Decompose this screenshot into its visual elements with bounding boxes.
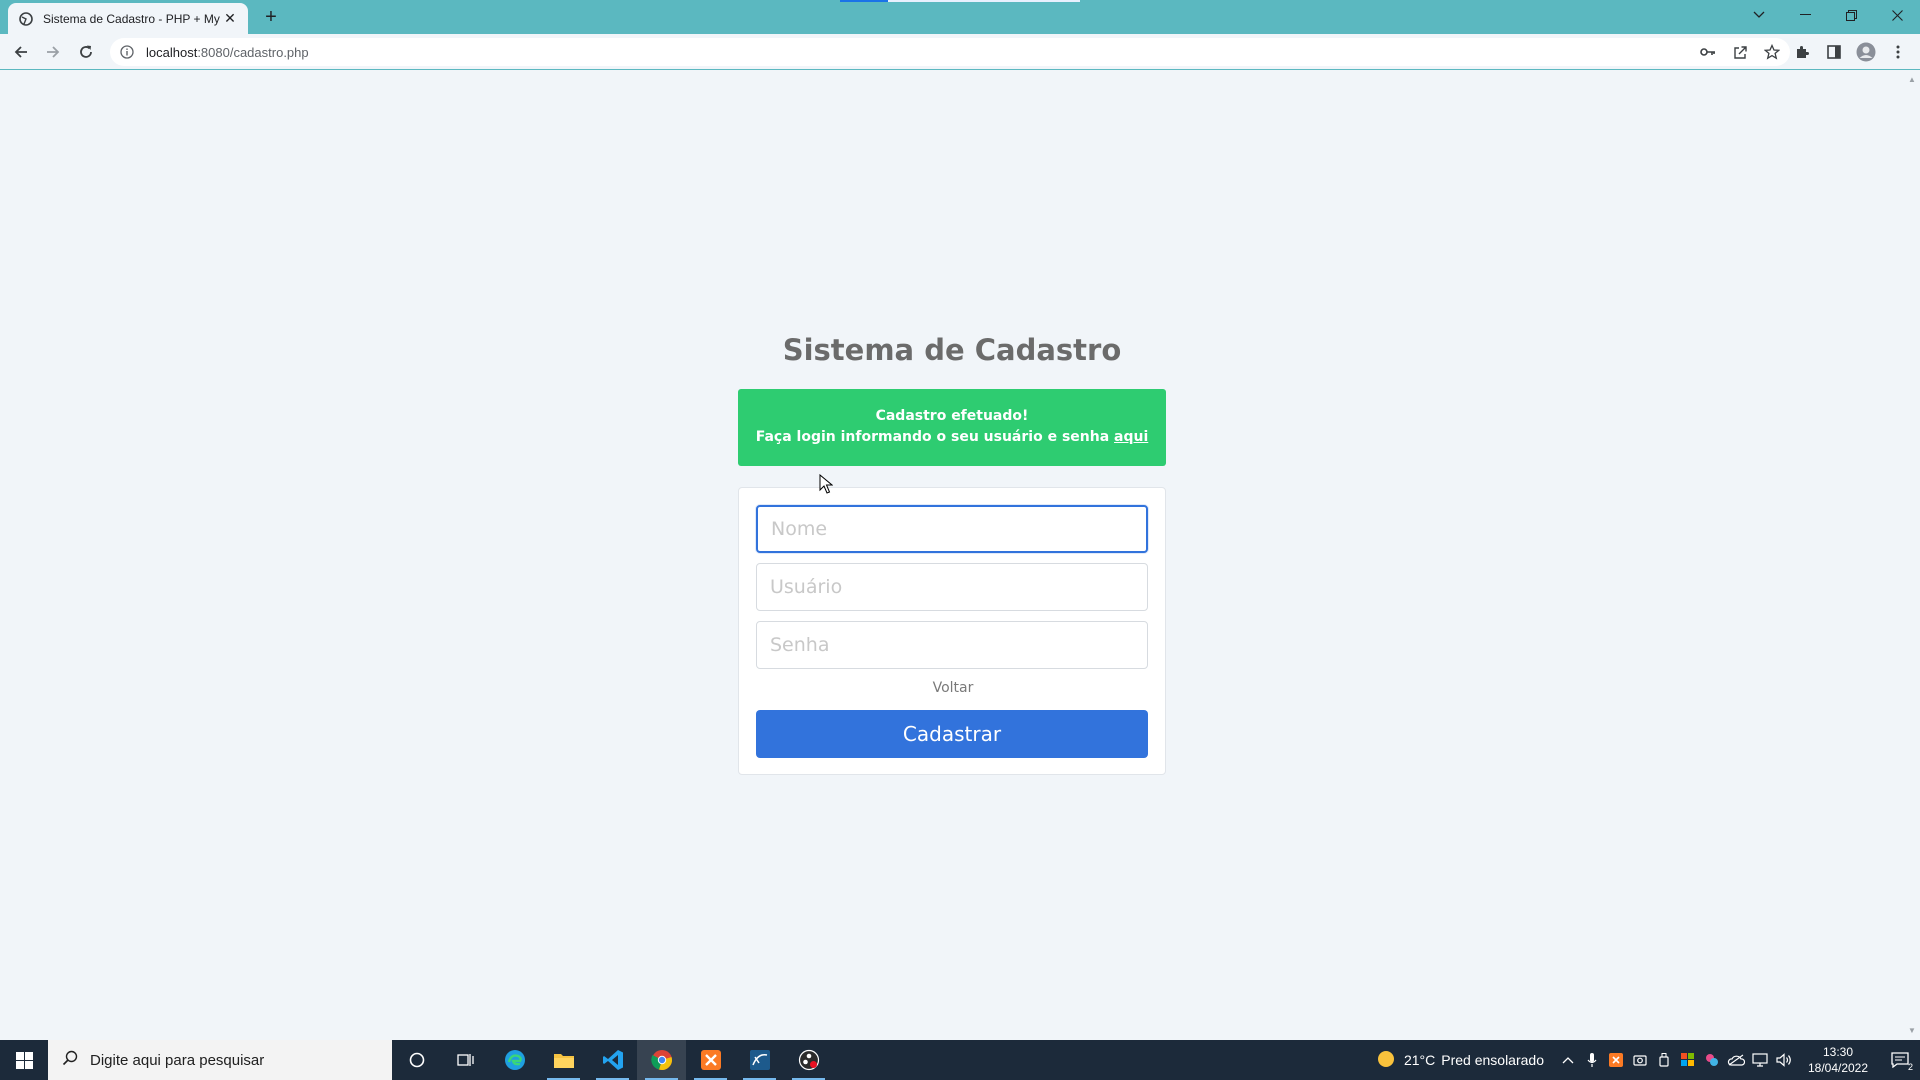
weather-widget[interactable]: 21°C Pred ensolarado (1376, 1049, 1544, 1072)
color-app-icon[interactable] (1700, 1040, 1724, 1080)
windows-start-icon[interactable] (0, 1040, 48, 1080)
alert-title: Cadastro efetuado! (875, 408, 1029, 424)
share-icon[interactable] (1724, 38, 1756, 66)
edge-icon[interactable] (490, 1040, 539, 1080)
mouse-cursor-icon (819, 474, 833, 494)
vscode-icon[interactable] (588, 1040, 637, 1080)
bookmark-star-icon[interactable] (1756, 38, 1788, 66)
weather-temp: 21°C (1403, 1052, 1436, 1068)
usb-device-icon[interactable] (1652, 1040, 1676, 1080)
camera-icon[interactable] (1628, 1040, 1652, 1080)
page-title: Sistema de Cadastro (782, 333, 1122, 367)
register-button[interactable]: Cadastrar (756, 710, 1148, 758)
volume-icon[interactable] (1772, 1040, 1796, 1080)
reload-icon[interactable] (74, 40, 98, 64)
minimize-button[interactable] (1782, 0, 1828, 30)
tab-title: Sistema de Cadastro - PHP + My (43, 11, 220, 26)
back-icon[interactable] (9, 40, 33, 64)
xampp-icon[interactable] (686, 1040, 735, 1080)
file-explorer-icon[interactable] (539, 1040, 588, 1080)
onedrive-icon[interactable] (1724, 1040, 1748, 1080)
window-controls (1736, 0, 1920, 30)
username-field[interactable] (756, 563, 1148, 611)
browser-tab[interactable]: Sistema de Cadastro - PHP + My ✕ (8, 3, 248, 34)
back-link[interactable]: Voltar (739, 680, 1167, 696)
url-path: :8080/cadastro.php (197, 44, 309, 60)
site-info-icon[interactable] (118, 43, 136, 61)
page-scrollbar[interactable]: ▲ ▼ (1904, 71, 1920, 1039)
taskbar-apps (392, 1040, 833, 1080)
tab-search-icon[interactable] (1736, 0, 1782, 30)
xampp-tray-icon[interactable] (1604, 1040, 1628, 1080)
address-bar[interactable]: localhost:8080/cadastro.php (110, 38, 1790, 66)
alert-text: Faça login informando o seu usuário e se… (755, 429, 1110, 445)
url-host: localhost (146, 44, 198, 60)
taskbar: Digite aqui para pesquisar 21°C Pred ens… (0, 1040, 1920, 1080)
address-bar-actions (1692, 38, 1788, 66)
show-hidden-icons-icon[interactable] (1556, 1040, 1580, 1080)
forward-icon[interactable] (41, 40, 65, 64)
cortana-icon[interactable] (392, 1040, 441, 1080)
tab-favicon-icon (18, 11, 34, 27)
tab-strip: Sistema de Cadastro - PHP + My ✕ + (0, 0, 1920, 34)
extensions-icon[interactable] (1786, 40, 1818, 64)
success-alert: Cadastro efetuado! Faça login informando… (738, 389, 1166, 466)
browser-toolbar: localhost:8080/cadastro.php (0, 34, 1920, 70)
clock-time: 13:30 (1822, 1045, 1854, 1059)
alert-message: Faça login informando o seu usuário e se… (738, 427, 1166, 448)
password-field[interactable] (756, 621, 1148, 669)
loading-indicator-track (888, 0, 1080, 2)
sun-icon (1376, 1049, 1396, 1072)
loading-indicator (840, 0, 888, 2)
weather-desc: Pred ensolarado (1441, 1052, 1544, 1068)
mysql-workbench-icon[interactable] (735, 1040, 784, 1080)
notification-center-icon[interactable]: 2 (1880, 1040, 1920, 1080)
new-tab-button[interactable]: + (258, 4, 284, 30)
clock-date: 18/04/2022 (1807, 1061, 1869, 1075)
key-icon[interactable] (1692, 38, 1724, 66)
close-window-button[interactable] (1874, 0, 1920, 30)
side-panel-icon[interactable] (1818, 40, 1850, 64)
microphone-icon[interactable] (1580, 1040, 1604, 1080)
chrome-icon[interactable] (637, 1040, 686, 1080)
profile-avatar[interactable] (1850, 40, 1882, 64)
name-field[interactable] (756, 505, 1148, 553)
taskbar-search-placeholder: Digite aqui para pesquisar (90, 1051, 265, 1069)
scroll-down-icon[interactable]: ▼ (1908, 1026, 1916, 1035)
scroll-up-icon[interactable]: ▲ (1908, 75, 1916, 84)
clock[interactable]: 13:30 18/04/2022 (1802, 1044, 1874, 1076)
menu-icon[interactable] (1882, 40, 1914, 64)
network-icon[interactable] (1748, 1040, 1772, 1080)
system-tray: 21°C Pred ensolarado 13:30 18/04/2022 2 (1376, 1040, 1920, 1080)
restore-button[interactable] (1828, 0, 1874, 30)
security-shield-icon[interactable] (1676, 1040, 1700, 1080)
url-text: localhost:8080/cadastro.php (146, 45, 309, 60)
notification-count: 2 (1907, 1062, 1913, 1072)
tab-close-icon[interactable]: ✕ (222, 10, 238, 27)
search-icon (62, 1050, 78, 1071)
login-link[interactable]: aqui (1114, 429, 1148, 445)
toolbar-right (1786, 40, 1914, 64)
taskbar-search[interactable]: Digite aqui para pesquisar (48, 1040, 392, 1080)
task-view-icon[interactable] (441, 1040, 490, 1080)
signup-form: Voltar Cadastrar (738, 487, 1166, 775)
obs-studio-icon[interactable] (784, 1040, 833, 1080)
